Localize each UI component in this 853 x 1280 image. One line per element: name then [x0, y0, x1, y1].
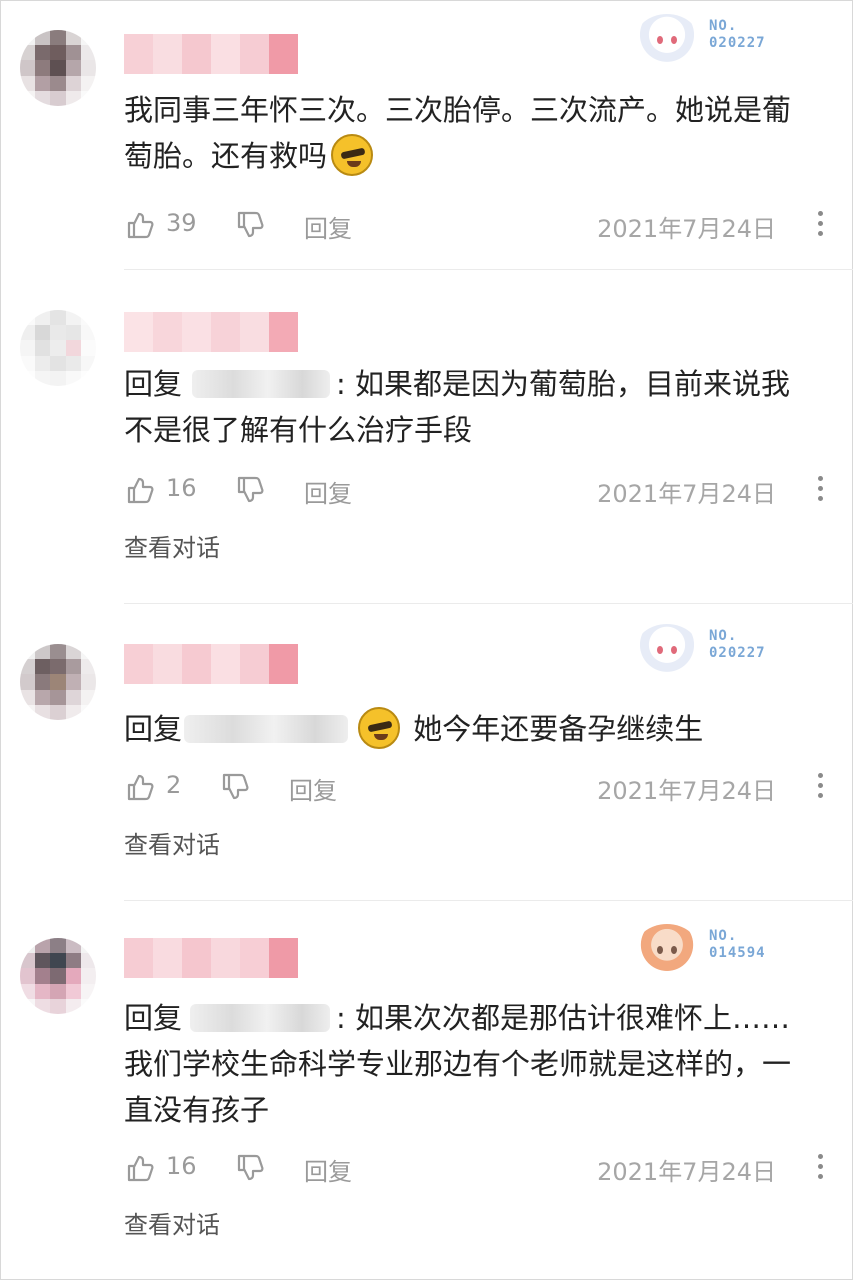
emoji-icon: [358, 707, 401, 749]
thumbs-up-icon[interactable]: [124, 771, 156, 803]
comment-actions: 2 回复 2021年7月24日: [124, 767, 824, 807]
badge-character-icon: [635, 924, 699, 976]
view-conversation-link[interactable]: 查看对话: [124, 528, 220, 563]
mentioned-user-redacted[interactable]: [192, 370, 331, 398]
fan-badge: NO. 020227: [635, 14, 785, 66]
thumbs-up-icon[interactable]: [124, 209, 156, 241]
badge-number: NO. 020227: [709, 628, 766, 661]
reply-button[interactable]: 回复: [304, 474, 352, 509]
more-options-icon[interactable]: [818, 211, 824, 241]
comment-actions: 16 回复 2021年7月24日: [124, 1148, 824, 1188]
thumbs-down-icon[interactable]: [234, 209, 266, 241]
username-redacted[interactable]: [124, 312, 298, 352]
badge-character-icon: [635, 624, 699, 676]
comment-date: 2021年7月24日: [597, 215, 776, 243]
mentioned-user-redacted[interactable]: [190, 1004, 331, 1032]
emoji-icon: [331, 134, 374, 176]
thumbs-up-icon[interactable]: [124, 1152, 156, 1184]
like-count: 2: [166, 771, 182, 799]
fan-badge: NO. 014594: [635, 924, 785, 976]
comment-text: 回复: 如果都是因为葡萄胎，目前来说我不是很了解有什么治疗手段: [124, 367, 791, 447]
badge-number: NO. 020227: [709, 18, 766, 51]
username-redacted[interactable]: [124, 644, 298, 684]
comment-actions: 16 回复 2021年7月24日: [124, 470, 824, 510]
comment-text: 回复: 如果次次都是那估计很难怀上……我们学校生命科学专业那边有个老师就是这样的…: [124, 1001, 792, 1127]
thumbs-up-icon[interactable]: [124, 474, 156, 506]
comment-date: 2021年7月24日: [597, 777, 776, 805]
comment-text: 我同事三年怀三次。三次胎停。三次流产。她说是葡萄胎。还有救吗: [124, 87, 814, 179]
comment-actions: 39 回复 2021年7月24日: [124, 205, 824, 245]
like-count: 39: [166, 209, 197, 237]
reply-button[interactable]: 回复: [289, 771, 337, 806]
more-options-icon[interactable]: [818, 773, 824, 803]
more-options-icon[interactable]: [818, 476, 824, 506]
reply-button[interactable]: 回复: [304, 209, 352, 244]
divider: [124, 269, 853, 270]
mentioned-user-redacted[interactable]: [184, 715, 349, 743]
avatar[interactable]: [20, 30, 96, 106]
comment-text: 回复 她今年还要备孕继续生: [124, 706, 814, 752]
username-redacted[interactable]: [124, 938, 298, 978]
username-redacted[interactable]: [124, 34, 298, 74]
comment-date: 2021年7月24日: [597, 1158, 776, 1186]
divider: [124, 900, 853, 901]
thumbs-down-icon[interactable]: [234, 1152, 266, 1184]
avatar[interactable]: [20, 938, 96, 1014]
reply-button[interactable]: 回复: [304, 1152, 352, 1187]
thumbs-down-icon[interactable]: [234, 474, 266, 506]
divider: [124, 603, 853, 604]
like-count: 16: [166, 474, 197, 502]
more-options-icon[interactable]: [818, 1154, 824, 1184]
fan-badge: NO. 020227: [635, 624, 785, 676]
view-conversation-link[interactable]: 查看对话: [124, 1205, 220, 1240]
comment-date: 2021年7月24日: [597, 480, 776, 508]
badge-character-icon: [635, 14, 699, 66]
avatar[interactable]: [20, 310, 96, 386]
view-conversation-link[interactable]: 查看对话: [124, 825, 220, 860]
thumbs-down-icon[interactable]: [219, 771, 251, 803]
badge-number: NO. 014594: [709, 928, 766, 961]
like-count: 16: [166, 1152, 197, 1180]
avatar[interactable]: [20, 644, 96, 720]
